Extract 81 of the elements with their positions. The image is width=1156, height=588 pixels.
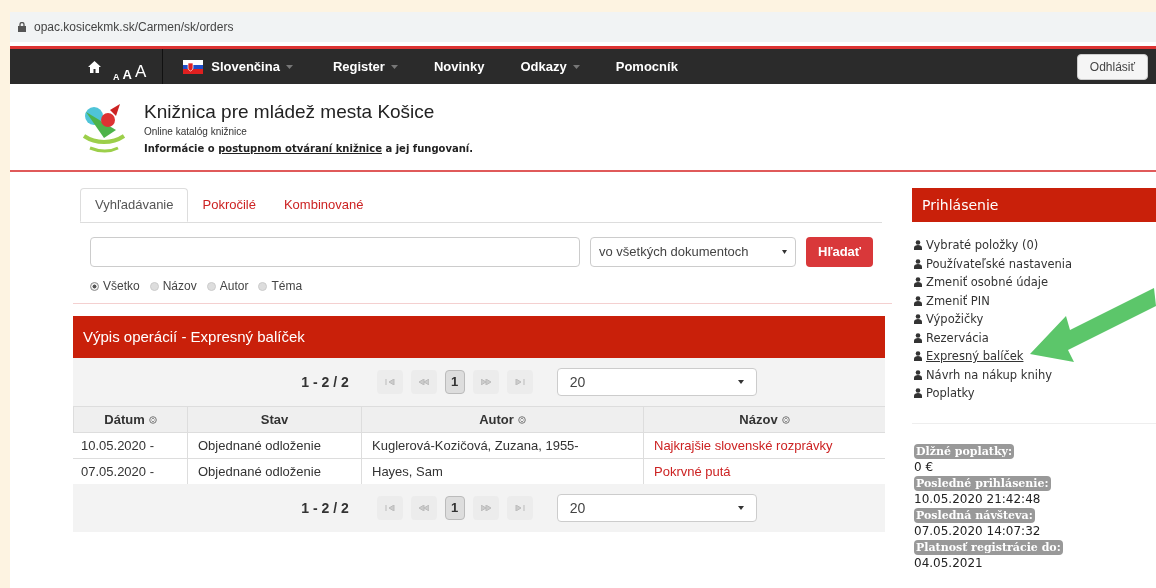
previous-page-icon[interactable]: [410, 496, 437, 520]
page-range: 1 - 2 / 2: [301, 372, 349, 392]
user-icon: [914, 314, 922, 325]
user-icon: [914, 369, 922, 380]
search-type-radio[interactable]: Autor: [206, 277, 249, 295]
reopening-link[interactable]: postupnom otváraní knižnice: [218, 143, 382, 154]
account-menu-link[interactable]: Poplatky: [914, 384, 975, 403]
last-page-icon[interactable]: [506, 496, 533, 520]
nav-menu-item[interactable]: Odkazy: [520, 56, 580, 77]
search-button[interactable]: Hľadať: [806, 237, 874, 267]
user-icon: [914, 240, 922, 251]
catalog-subtitle: Online katalóg knižnice: [144, 125, 248, 139]
info-value: 10.05.2020 21:42:48: [914, 490, 1041, 508]
reopening-notice: Informácie o postupnom otváraní knižnice a jej fungovaní.: [144, 142, 474, 156]
first-page-icon[interactable]: [376, 496, 403, 520]
column-header[interactable]: Názov: [643, 406, 885, 432]
account-menu-link[interactable]: Zmeniť PIN: [914, 291, 990, 310]
book-title-link[interactable]: Najkrajšie slovenské rozprávky: [654, 435, 833, 456]
account-menu-link[interactable]: Používateľské nastavenia: [914, 254, 1073, 273]
search-tab[interactable]: Pokročilé: [188, 188, 270, 222]
panel-header: Výpis operácií - Expresný balíček: [73, 316, 885, 358]
caret-icon: [737, 506, 744, 510]
user-icon: [914, 332, 922, 343]
info-label: Platnosť registrácie do:: [914, 539, 1063, 555]
nav-menu-item[interactable]: Pomocník: [615, 56, 678, 77]
search-type-radio[interactable]: Názov: [149, 277, 197, 295]
slovak-flag-icon: [183, 59, 204, 74]
info-label: Dlžné poplatky:: [914, 443, 1014, 459]
page-range: 1 - 2 / 2: [301, 498, 349, 518]
user-icon: [914, 277, 922, 288]
library-title: Knižnica pre mládež mesta Košice: [144, 100, 436, 124]
account-menu-link[interactable]: Zmeniť osobné údaje: [914, 273, 1049, 292]
search-scope-select[interactable]: vo všetkých dokumentoch: [590, 237, 796, 267]
nav-menu-item[interactable]: Register: [332, 56, 398, 77]
nav-menu-item[interactable]: Novinky: [433, 56, 485, 77]
info-label: Posledná návšteva:: [914, 507, 1035, 523]
search-tab[interactable]: Kombinované: [269, 188, 378, 222]
search-type-radio[interactable]: Všetko: [90, 277, 140, 295]
account-menu-link[interactable]: Rezervácia: [914, 328, 989, 347]
search-type-radio[interactable]: Téma: [258, 277, 303, 295]
account-menu-link[interactable]: Vybraté položky (0): [914, 236, 1039, 255]
column-header[interactable]: Stav: [187, 406, 361, 432]
user-icon: [914, 258, 922, 269]
caret-icon: [737, 380, 744, 384]
first-page-icon[interactable]: [376, 370, 403, 394]
address-bar-url[interactable]: opac.kosicekmk.sk/Carmen/sk/orders: [34, 18, 234, 36]
table-cell: 10.05.2020 -: [73, 432, 187, 458]
account-menu-link[interactable]: Expresný balíček: [914, 347, 1024, 366]
table-cell: Objednané odloženie: [187, 432, 361, 458]
home-icon[interactable]: [88, 60, 101, 73]
account-menu-link[interactable]: Návrh na nákup knihy: [914, 365, 1053, 384]
last-page-icon[interactable]: [506, 370, 533, 394]
account-menu-link[interactable]: Výpožičky: [914, 310, 984, 329]
table-cell: Kuglerová-Kozičová, Zuzana, 1955-: [361, 432, 643, 458]
user-icon: [914, 351, 922, 362]
font-size-button[interactable]: A: [122, 64, 132, 84]
lock-icon: [18, 22, 26, 32]
page-button[interactable]: 1: [444, 370, 465, 394]
info-value: 07.05.2020 14:07:32: [914, 522, 1041, 540]
book-title-link[interactable]: Pokrvné putá: [654, 461, 731, 482]
user-icon: [914, 388, 922, 399]
info-value: 04.05.2021: [914, 554, 983, 572]
next-page-icon[interactable]: [472, 496, 499, 520]
previous-page-icon[interactable]: [410, 370, 437, 394]
sidebar-header: Prihlásenie: [912, 188, 1156, 222]
column-header[interactable]: Autor: [361, 406, 643, 432]
next-page-icon[interactable]: [472, 370, 499, 394]
info-label: Posledné prihlásenie:: [914, 475, 1051, 491]
font-size-button[interactable]: A: [113, 70, 120, 84]
caret-icon: [782, 250, 787, 254]
language-menu[interactable]: Slovenčina: [183, 56, 293, 77]
column-header[interactable]: Dátum: [73, 406, 187, 432]
page-size-select[interactable]: 20: [556, 494, 757, 522]
page-button[interactable]: 1: [444, 496, 465, 520]
font-size-button[interactable]: A: [134, 58, 147, 84]
info-value: 0 €: [914, 458, 934, 476]
logout-button[interactable]: Odhlásiť: [1076, 53, 1148, 80]
page-size-select[interactable]: 20: [556, 368, 757, 396]
search-field[interactable]: [90, 237, 580, 267]
user-icon: [914, 295, 922, 306]
search-tab[interactable]: Vyhľadávanie: [80, 188, 189, 222]
